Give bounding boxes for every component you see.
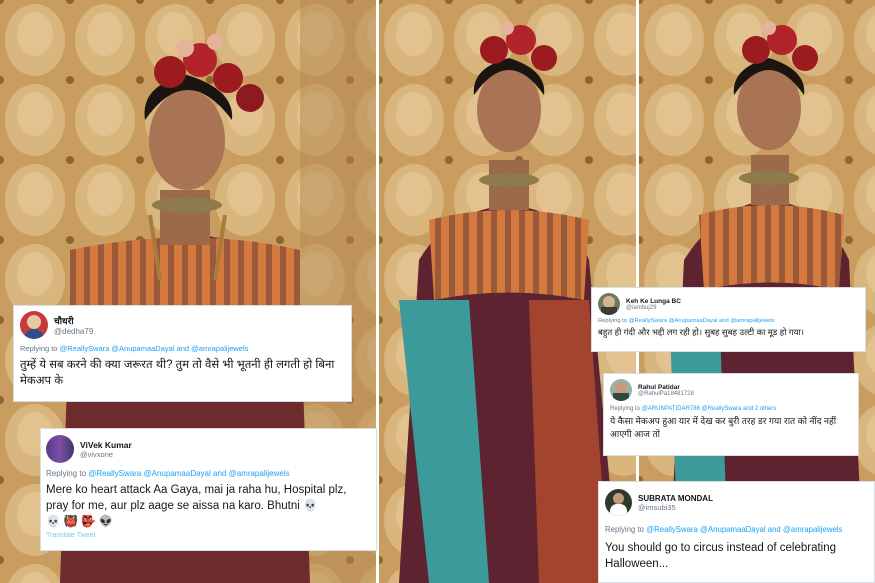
replying-to: Replying to @ARUNPATIDAR786 @ReallySwara… xyxy=(610,406,777,412)
tweet-card[interactable]: Keh Ke Lunga BC @iambuj29 Replying to @R… xyxy=(591,287,866,352)
user-handle[interactable]: @vivxone xyxy=(80,450,132,459)
tweet-header: चौधरी @dedha79 xyxy=(20,311,345,339)
user-name[interactable]: Rahul Patidar xyxy=(638,384,694,391)
user-handle[interactable]: @dedha79 xyxy=(54,327,93,336)
tweet-card[interactable]: चौधरी @dedha79 Replying to @ReallySwara … xyxy=(13,305,352,402)
tweet-text: तुम्हें ये सब करने की क्या जरूरत थी? तुम… xyxy=(20,359,335,387)
user-handle[interactable]: @RahulPa18481728 xyxy=(638,391,694,397)
user-name[interactable]: ViVek Kumar xyxy=(80,440,132,450)
tweet-text: ये कैसा मेकअप हुआ यार में देख कर बुरी तर… xyxy=(610,416,837,439)
avatar[interactable] xyxy=(598,293,620,315)
replying-to: Replying to @ReallySwara @AnupamaaDayal … xyxy=(605,525,843,534)
replying-to: Replying to @ReallySwara @AnupamaaDayal … xyxy=(46,469,290,478)
tweet-text: Mere ko heart attack Aa Gaya, mai ja rah… xyxy=(46,484,347,512)
user-name[interactable]: चौधरी xyxy=(54,314,93,327)
user-name[interactable]: SUBRATA MONDAL xyxy=(638,494,713,503)
replying-to-link[interactable]: @ReallySwara @AnupamaaDayal and @amrapal… xyxy=(60,344,249,353)
tweet-text-wrap: Mere ko heart attack Aa Gaya, mai ja rah… xyxy=(46,482,371,530)
replying-to-link[interactable]: @ReallySwara @AnupamaaDayal and @amrapal… xyxy=(88,469,289,478)
tweet-header: Rahul Patidar @RahulPa18481728 xyxy=(610,379,852,401)
tweet-text: बहुत ही गंदी और भद्दी लग रही हो। सुबह सु… xyxy=(598,327,804,337)
tweet-card[interactable]: ViVek Kumar @vivxone Replying to @Really… xyxy=(40,428,377,551)
skull-emoji: 💀 xyxy=(302,500,318,512)
avatar[interactable] xyxy=(20,311,48,339)
replying-to: Replying to @ReallySwara @AnupamaaDayal … xyxy=(20,344,249,353)
replying-to-link[interactable]: @ReallySwara @AnupamaaDayal and @amrapal… xyxy=(646,525,842,534)
tweet-text: You should go to circus instead of celeb… xyxy=(605,542,837,570)
replying-to-link[interactable]: @ReallySwara @AnupamaaDayal and @amrapal… xyxy=(629,318,775,324)
user-name[interactable]: Keh Ke Lunga BC xyxy=(626,298,681,305)
user-handle[interactable]: @imsubi35 xyxy=(638,503,713,512)
avatar[interactable] xyxy=(610,379,632,401)
translate-link[interactable]: Translate Tweet xyxy=(46,532,371,539)
replying-to-link[interactable]: @ARUNPATIDAR786 @ReallySwara and 2 other… xyxy=(642,406,777,412)
tweet-header: SUBRATA MONDAL @imsubi35 xyxy=(605,489,868,516)
user-handle[interactable]: @iambuj29 xyxy=(626,305,681,311)
tweet-card[interactable]: Rahul Patidar @RahulPa18481728 Replying … xyxy=(603,373,859,456)
tweet-header: Keh Ke Lunga BC @iambuj29 xyxy=(598,293,859,315)
tweet-header: ViVek Kumar @vivxone xyxy=(46,435,371,463)
tweet-card[interactable]: SUBRATA MONDAL @imsubi35 Replying to @Re… xyxy=(598,481,875,583)
emoji-row: 💀 👹 👺 👽 xyxy=(46,516,113,528)
avatar[interactable] xyxy=(46,435,74,463)
replying-to: Replying to @ReallySwara @AnupamaaDayal … xyxy=(598,318,775,324)
avatar[interactable] xyxy=(605,489,632,516)
